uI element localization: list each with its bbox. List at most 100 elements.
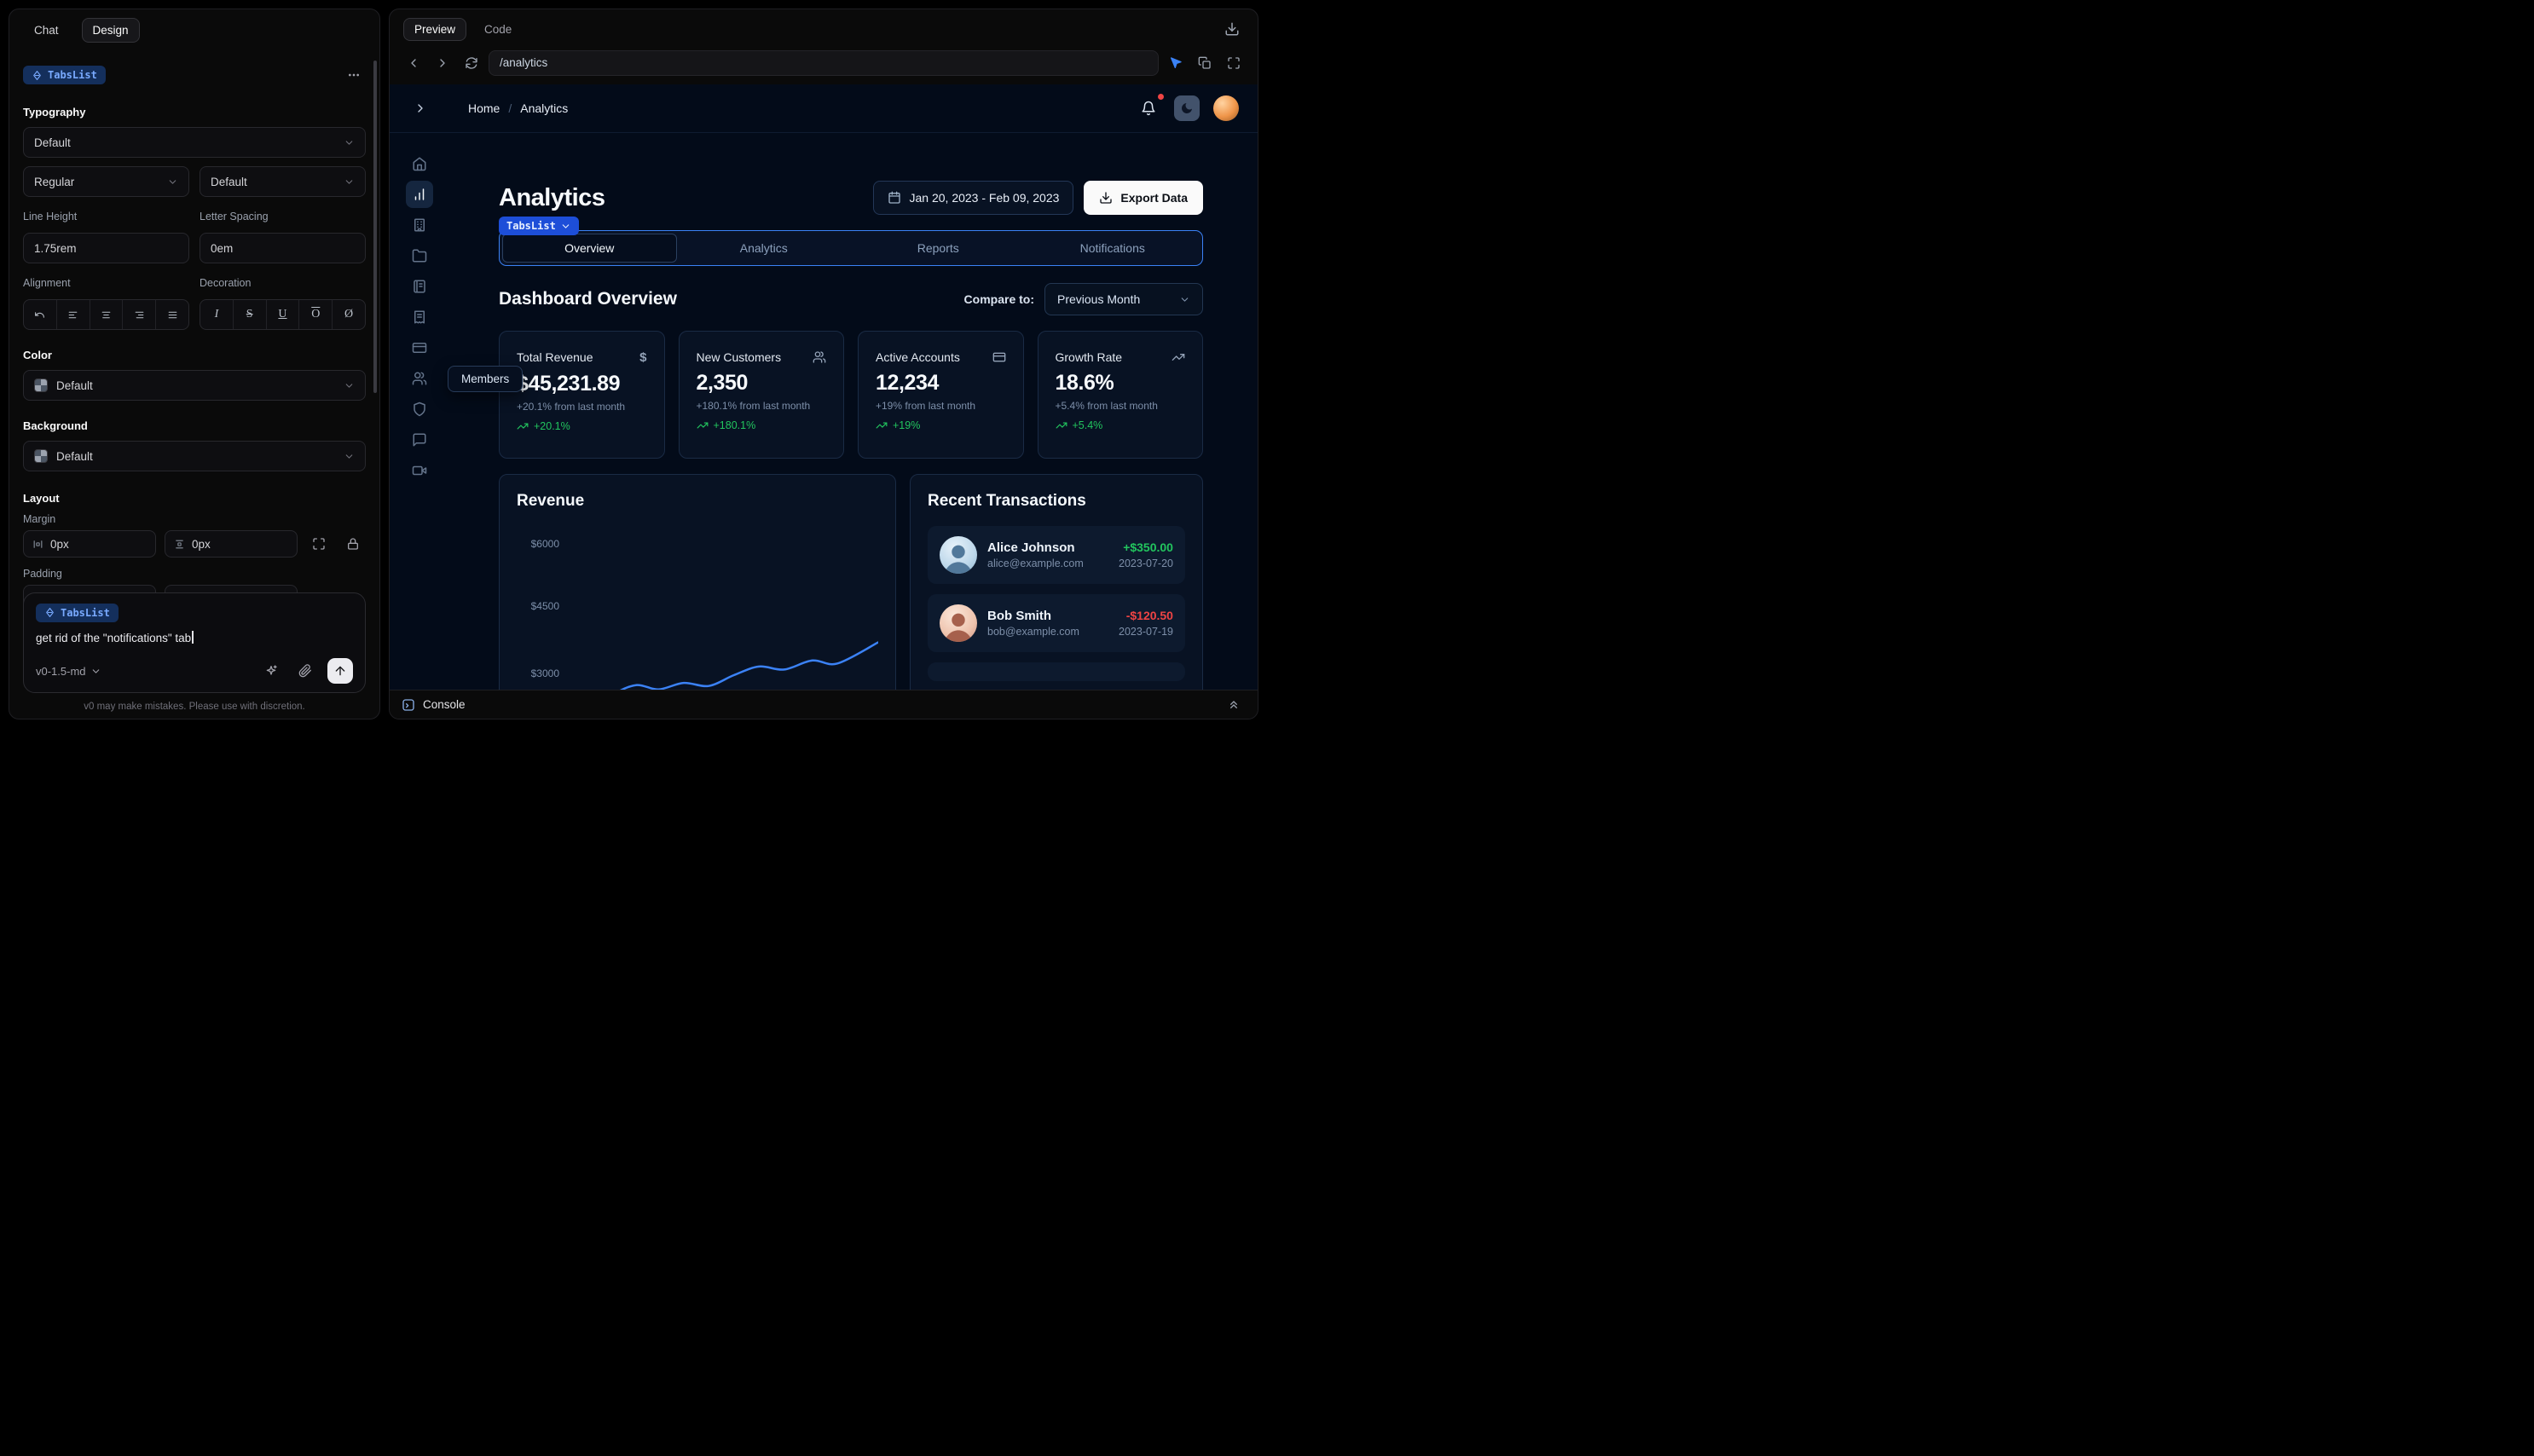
sidebar-item-home[interactable] bbox=[406, 150, 433, 177]
italic-button[interactable]: I bbox=[200, 300, 233, 329]
margin-expand-button[interactable] bbox=[306, 531, 332, 557]
sidebar-item-meetings[interactable] bbox=[406, 457, 433, 484]
copy-url-button[interactable] bbox=[1193, 51, 1217, 75]
theme-toggle-button[interactable] bbox=[1174, 95, 1200, 121]
align-justify-button[interactable] bbox=[155, 300, 188, 329]
transaction-row[interactable]: Bob Smith bob@example.com -$120.50 2023-… bbox=[928, 594, 1185, 652]
url-bar[interactable]: /analytics bbox=[489, 50, 1159, 76]
sidebar-tooltip: Members bbox=[448, 366, 524, 392]
sidebar-item-analytics[interactable] bbox=[406, 181, 433, 208]
date-range-picker[interactable]: Jan 20, 2023 - Feb 09, 2023 bbox=[872, 181, 1074, 215]
chat-composer[interactable]: TabsList get rid of the "notifications" … bbox=[23, 592, 366, 693]
back-button[interactable] bbox=[402, 51, 425, 75]
sidebar-item-organization[interactable] bbox=[406, 211, 433, 239]
selection-overlay-chip[interactable]: TabsList bbox=[499, 217, 579, 235]
tab-code[interactable]: Code bbox=[473, 18, 523, 41]
user-avatar[interactable] bbox=[1213, 95, 1239, 121]
dollar-icon: $ bbox=[639, 350, 647, 365]
y-tick: $4500 bbox=[530, 600, 559, 612]
background-swatch-icon bbox=[34, 449, 48, 463]
forward-button[interactable] bbox=[431, 51, 454, 75]
margin-lock-button[interactable] bbox=[340, 531, 366, 557]
reset-alignment-button[interactable] bbox=[24, 300, 56, 329]
chevron-left-icon bbox=[411, 59, 416, 67]
align-right-button[interactable] bbox=[122, 300, 155, 329]
selected-element-chip[interactable]: TabsList bbox=[23, 66, 106, 84]
preview-viewport: Home / Analytics Members Analytics TabsL… bbox=[390, 84, 1258, 690]
maximize-icon bbox=[313, 538, 325, 550]
lock-icon bbox=[348, 538, 358, 550]
align-left-button[interactable] bbox=[55, 300, 90, 329]
layout-heading: Layout bbox=[23, 492, 60, 505]
font-size-select[interactable]: Default bbox=[200, 166, 366, 197]
enhance-prompt-button[interactable] bbox=[259, 659, 283, 683]
background-select[interactable]: Default bbox=[23, 441, 366, 471]
send-button[interactable] bbox=[327, 658, 353, 684]
bell-icon bbox=[1142, 101, 1155, 116]
composer-context-chip[interactable]: TabsList bbox=[36, 603, 119, 622]
sidebar-item-cards[interactable] bbox=[406, 334, 433, 361]
transaction-avatar bbox=[940, 536, 977, 574]
letter-spacing-label: Letter Spacing bbox=[200, 211, 269, 222]
stat-value: 2,350 bbox=[696, 371, 749, 395]
notifications-button[interactable] bbox=[1137, 94, 1164, 120]
compare-select[interactable]: Previous Month bbox=[1044, 283, 1203, 315]
alignment-label: Alignment bbox=[23, 277, 71, 289]
fullscreen-button[interactable] bbox=[1222, 51, 1246, 75]
align-center-button[interactable] bbox=[89, 300, 123, 329]
refresh-button[interactable] bbox=[460, 51, 483, 75]
sidebar-item-security[interactable] bbox=[406, 396, 433, 423]
composer-input[interactable]: get rid of the "notifications" tab bbox=[36, 631, 353, 644]
strikethrough-icon: S bbox=[246, 308, 253, 321]
download-project-button[interactable] bbox=[1220, 17, 1244, 41]
no-decoration-button[interactable]: Ø bbox=[332, 300, 365, 329]
more-options-button[interactable] bbox=[342, 63, 366, 87]
notebook-icon bbox=[414, 280, 425, 293]
line-height-input[interactable]: 1.75rem bbox=[23, 233, 189, 263]
font-weight-select[interactable]: Regular bbox=[23, 166, 189, 197]
align-center-icon bbox=[101, 311, 111, 318]
sidebar-item-ledger[interactable] bbox=[406, 273, 433, 300]
chevron-down-icon bbox=[345, 454, 353, 459]
underline-button[interactable]: U bbox=[265, 300, 299, 329]
sidebar-item-billing[interactable] bbox=[406, 303, 433, 331]
tab-design[interactable]: Design bbox=[81, 18, 140, 43]
sidebar-item-projects[interactable] bbox=[406, 242, 433, 269]
attach-file-button[interactable] bbox=[293, 659, 317, 683]
sidebar-item-members[interactable] bbox=[406, 365, 433, 392]
stats-grid: Total Revenue $ $45,231.89 +20.1% from la… bbox=[499, 331, 1203, 459]
font-family-select[interactable]: Default bbox=[23, 127, 366, 158]
stat-card-new-customers: New Customers 2,350 +180.1% from last mo… bbox=[678, 331, 844, 459]
overline-button[interactable]: O bbox=[298, 300, 332, 329]
overline-icon: O bbox=[311, 308, 321, 321]
tab-preview[interactable]: Preview bbox=[403, 17, 467, 41]
credit-card-icon bbox=[412, 343, 427, 353]
tab-reports[interactable]: Reports bbox=[851, 234, 1026, 263]
strikethrough-button[interactable]: S bbox=[232, 300, 266, 329]
transaction-row[interactable]: Alice Johnson alice@example.com +$350.00… bbox=[928, 526, 1185, 584]
tab-notifications[interactable]: Notifications bbox=[1026, 234, 1200, 263]
letter-spacing-input[interactable]: 0em bbox=[200, 233, 366, 263]
export-data-button[interactable]: Export Data bbox=[1084, 181, 1203, 215]
panel-scrollbar[interactable] bbox=[373, 61, 377, 393]
tab-chat[interactable]: Chat bbox=[23, 18, 70, 43]
breadcrumb-home-link[interactable]: Home bbox=[468, 101, 500, 115]
tab-analytics[interactable]: Analytics bbox=[677, 234, 852, 263]
expand-console-button[interactable] bbox=[1222, 693, 1246, 717]
y-tick: $6000 bbox=[530, 538, 559, 550]
model-select[interactable]: v0-1.5-md bbox=[36, 665, 101, 678]
tab-overview[interactable]: Overview bbox=[502, 234, 677, 263]
trending-up-icon bbox=[1056, 422, 1067, 429]
select-element-tool-button[interactable] bbox=[1164, 51, 1188, 75]
stat-card-total-revenue: Total Revenue $ $45,231.89 +20.1% from la… bbox=[499, 331, 665, 459]
stat-card-active-accounts: Active Accounts 12,234 +19% from last mo… bbox=[858, 331, 1024, 459]
margin-x-input[interactable]: 0px bbox=[23, 530, 156, 558]
sidebar-toggle-button[interactable] bbox=[408, 96, 432, 120]
component-diamond-icon bbox=[33, 70, 41, 80]
console-bar[interactable]: Console bbox=[390, 690, 1258, 719]
preview-header: Preview Code bbox=[390, 9, 1258, 49]
margin-y-input[interactable]: 0px bbox=[165, 530, 298, 558]
sidebar-item-messages[interactable] bbox=[406, 426, 433, 454]
color-select[interactable]: Default bbox=[23, 370, 366, 401]
breadcrumb-current[interactable]: Analytics bbox=[520, 101, 568, 115]
